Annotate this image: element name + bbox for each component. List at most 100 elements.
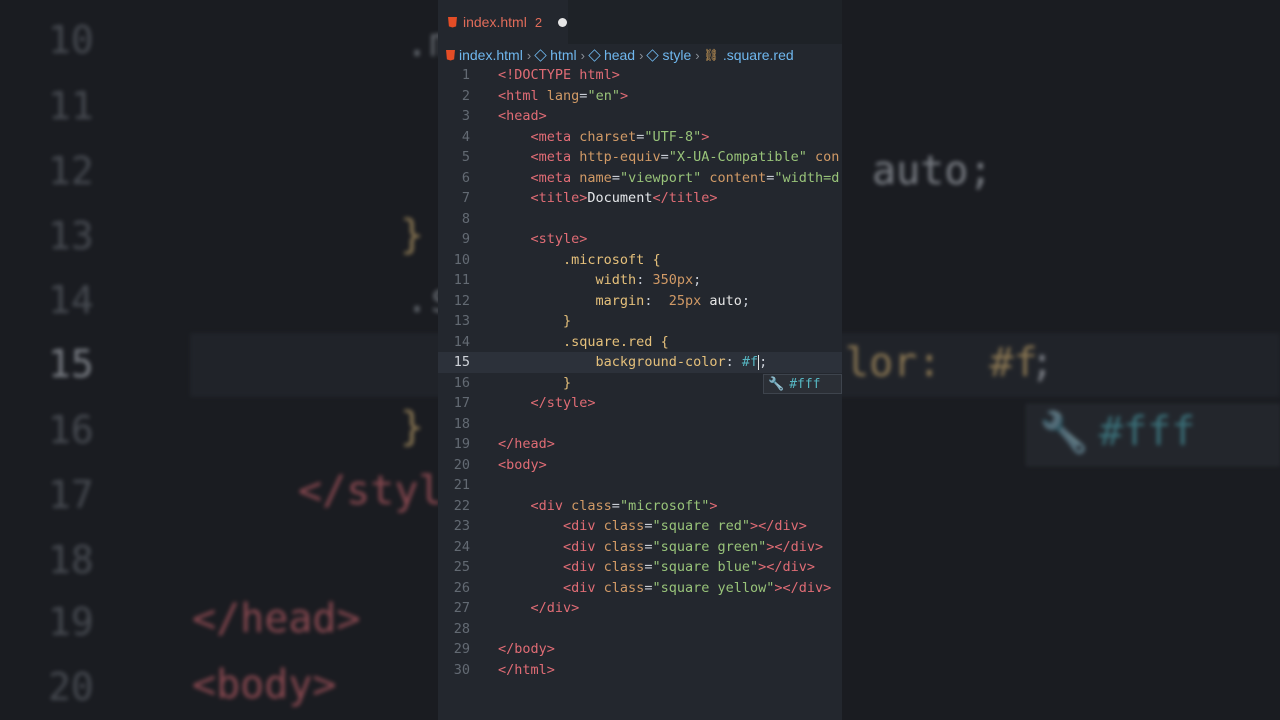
- code-line[interactable]: 2 <html lang="en">: [438, 86, 842, 107]
- breadcrumb-item-selector[interactable]: ⛓ .square.red: [704, 47, 794, 63]
- unsaved-dot-icon[interactable]: [558, 17, 568, 27]
- breadcrumb-label: index.html: [459, 47, 523, 63]
- bg-fragment: ;: [1030, 340, 1055, 386]
- line-number: 27: [453, 600, 470, 616]
- tab-bar: index.html 2: [438, 0, 842, 44]
- problem-count-badge: 2: [534, 14, 543, 30]
- code-line[interactable]: 14 .square.red {: [438, 332, 842, 353]
- bg-line-number: 20: [48, 665, 94, 709]
- code-line[interactable]: 12 margin: 25px auto;: [438, 291, 842, 312]
- line-number: 25: [453, 559, 470, 575]
- bg-suggestion: 🔧 #fff: [1026, 404, 1280, 466]
- line-number: 16: [453, 374, 470, 391]
- bg-fragment: auto;: [872, 148, 993, 194]
- line-text: <div class="square red"></div>: [563, 518, 807, 534]
- line-text: <html lang="en">: [498, 87, 629, 104]
- line-number: 20: [453, 456, 470, 473]
- code-editor[interactable]: index.html 2 index.html › html › head › …: [438, 0, 842, 720]
- code-line[interactable]: 20 <body>: [438, 455, 842, 476]
- css-selector-icon: ⛓: [703, 48, 719, 62]
- tab-index-html[interactable]: index.html 2: [438, 0, 568, 44]
- code-line[interactable]: 17 </style>: [438, 393, 842, 414]
- chevron-right-icon: ›: [580, 47, 585, 63]
- line-number: 3: [461, 108, 470, 124]
- bg-line-number: 17: [48, 473, 94, 517]
- code-line[interactable]: 10 .microsoft {: [438, 250, 842, 271]
- bg-fragment: lor: #f: [845, 340, 1038, 386]
- code-line[interactable]: 13 }: [438, 311, 842, 332]
- bg-fragment: }: [400, 404, 425, 450]
- code-line[interactable]: 9 <style>: [438, 229, 842, 250]
- breadcrumb-item-style[interactable]: style: [646, 47, 692, 63]
- code-line[interactable]: 19 </head>: [438, 434, 842, 455]
- line-text: </body>: [498, 641, 555, 657]
- line-text: <meta name="viewport" content="width=d: [530, 169, 840, 186]
- line-text: <title>Document</title>: [530, 190, 718, 206]
- line-number: 1: [461, 67, 470, 83]
- code-line[interactable]: 27 </div>: [438, 598, 842, 619]
- code-line[interactable]: 21: [438, 475, 842, 496]
- line-text: .microsoft {: [563, 251, 661, 268]
- code-area[interactable]: 1 <!DOCTYPE html> 2 <html lang="en"> 3 <head>…: [438, 65, 842, 680]
- code-line[interactable]: 29 </body>: [438, 639, 842, 660]
- wrench-icon: 🔧: [768, 376, 785, 392]
- html-file-icon: [446, 49, 455, 61]
- line-number: 22: [453, 497, 470, 514]
- code-line[interactable]: 28: [438, 619, 842, 640]
- code-line[interactable]: 7 <title>Document</title>: [438, 188, 842, 209]
- code-line[interactable]: 5 <meta http-equiv="X-UA-Compatible" con: [438, 147, 842, 168]
- line-number: 29: [453, 641, 470, 657]
- bg-suggestion-text: #fff: [1099, 409, 1196, 455]
- line-number: 30: [453, 661, 470, 678]
- line-number: 12: [453, 292, 470, 309]
- code-line[interactable]: 18: [438, 414, 842, 435]
- breadcrumb-label: style: [662, 47, 692, 63]
- code-line[interactable]: 23 <div class="square red"></div>: [438, 516, 842, 537]
- code-line[interactable]: 26 <div class="square yellow"></div>: [438, 578, 842, 599]
- code-line[interactable]: 25 <div class="square blue"></div>: [438, 557, 842, 578]
- bg-line-number: 11: [48, 84, 94, 128]
- code-line[interactable]: 11 width: 350px;: [438, 270, 842, 291]
- bg-line-number: 13: [48, 214, 94, 258]
- line-number: 21: [453, 477, 470, 493]
- breadcrumb-label: .square.red: [722, 47, 794, 63]
- code-line[interactable]: 15 background-color: #f;: [438, 352, 842, 373]
- line-text: </div>: [530, 600, 580, 616]
- code-line[interactable]: 30 </html>: [438, 660, 842, 681]
- line-text: }: [563, 374, 572, 391]
- line-number: 14: [453, 333, 470, 350]
- code-line[interactable]: 3 <head>: [438, 106, 842, 127]
- line-number: 26: [453, 579, 470, 596]
- line-number: 19: [453, 436, 470, 452]
- code-line[interactable]: 4 <meta charset="UTF-8">: [438, 127, 842, 148]
- line-number: 4: [461, 128, 470, 145]
- line-text: width: 350px;: [595, 272, 702, 288]
- line-text: margin: 25px auto;: [595, 292, 751, 309]
- bg-line-number: 16: [48, 408, 94, 452]
- line-number: 18: [453, 415, 470, 432]
- line-number: 6: [461, 169, 470, 186]
- line-text: </html>: [498, 661, 555, 678]
- bg-line-number: 19: [48, 600, 94, 644]
- code-line[interactable]: 22 <div class="microsoft">: [438, 496, 842, 517]
- code-line[interactable]: 8: [438, 209, 842, 230]
- breadcrumb-label: html: [550, 47, 577, 63]
- line-text: <div class="square yellow"></div>: [563, 579, 832, 596]
- tab-filename: index.html: [463, 14, 527, 30]
- chevron-right-icon: ›: [695, 47, 700, 63]
- bg-line-number: 14: [48, 278, 94, 322]
- line-text: <div class="square blue"></div>: [563, 559, 816, 575]
- breadcrumb-item-head[interactable]: head: [588, 47, 635, 63]
- code-line[interactable]: 24 <div class="square green"></div>: [438, 537, 842, 558]
- code-line[interactable]: 6 <meta name="viewport" content="width=d: [438, 168, 842, 189]
- bg-fragment: }: [400, 212, 425, 258]
- line-text: <body>: [498, 456, 547, 473]
- line-number: 24: [453, 538, 470, 555]
- breadcrumb-item-file[interactable]: index.html: [446, 47, 523, 63]
- code-line[interactable]: 1 <!DOCTYPE html>: [438, 65, 842, 86]
- bg-line-number: 10: [48, 18, 94, 62]
- chevron-right-icon: ›: [526, 47, 532, 63]
- breadcrumb-item-html[interactable]: html: [534, 47, 577, 63]
- bg-fragment: </styl: [298, 468, 443, 514]
- autocomplete-suggestion[interactable]: 🔧 #fff: [763, 374, 842, 394]
